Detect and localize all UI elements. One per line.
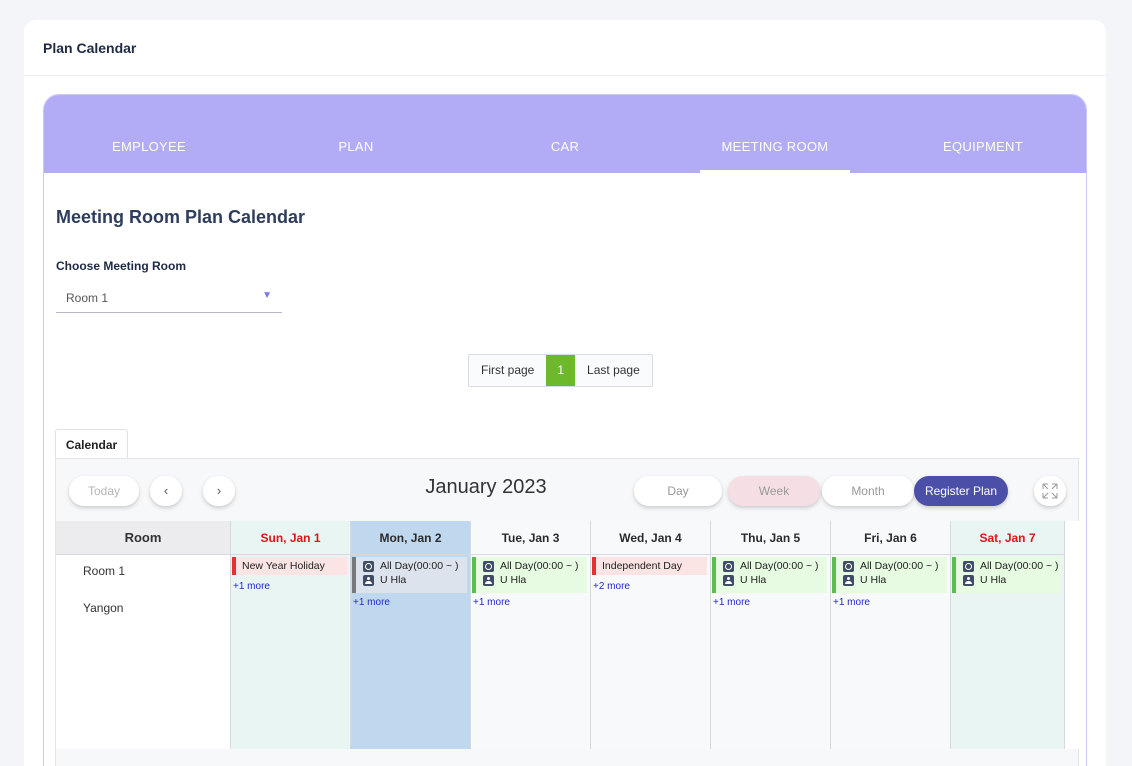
week-view-button[interactable]: Week bbox=[728, 476, 820, 506]
plan-event[interactable]: All Day(00:00 ~ ) U Hla bbox=[952, 557, 1061, 593]
user-icon bbox=[363, 574, 374, 586]
current-page-button[interactable]: 1 bbox=[546, 355, 576, 386]
more-events-link[interactable]: +1 more bbox=[233, 581, 270, 592]
last-page-button[interactable]: Last page bbox=[575, 355, 652, 386]
today-button[interactable]: Today bbox=[69, 476, 139, 506]
expand-icon[interactable] bbox=[1034, 476, 1066, 506]
choose-room-label: Choose Meeting Room bbox=[56, 259, 187, 273]
event-user-text: U Hla bbox=[380, 574, 407, 586]
dropdown-caret-icon: ▼ bbox=[262, 290, 272, 301]
page-title: Plan Calendar bbox=[43, 40, 137, 56]
day-header: Wed, Jan 4 bbox=[591, 521, 711, 555]
room-select-value: Room 1 bbox=[66, 291, 109, 305]
day-column[interactable]: All Day(00:00 ~ ) U Hla +1 more bbox=[351, 555, 471, 749]
tab-plan[interactable]: PLAN bbox=[266, 95, 446, 173]
divider bbox=[24, 75, 1106, 76]
day-header: Fri, Jan 6 bbox=[831, 521, 951, 555]
fullscreen-icon bbox=[1042, 483, 1058, 499]
calendar-grid: Room Room 1 Yangon Sun, Jan 1 New Year Ho… bbox=[56, 521, 1080, 749]
plan-event[interactable]: All Day(00:00 ~ ) U Hla bbox=[352, 557, 467, 593]
tab-equipment[interactable]: EQUIPMENT bbox=[893, 95, 1073, 173]
plan-calendar-card: Plan Calendar EMPLOYEE PLAN CAR MEETING … bbox=[24, 20, 1106, 766]
event-time: All Day(00:00 ~ ) bbox=[363, 559, 467, 573]
room-column-header: Room bbox=[56, 521, 231, 555]
user-icon bbox=[963, 574, 974, 586]
event-user-text: U Hla bbox=[860, 574, 887, 586]
plan-event[interactable]: All Day(00:00 ~ ) U Hla bbox=[712, 557, 827, 593]
day-header: Mon, Jan 2 bbox=[351, 521, 471, 555]
register-plan-button[interactable]: Register Plan bbox=[914, 476, 1008, 506]
section-title: Meeting Room Plan Calendar bbox=[56, 207, 306, 227]
more-events-link[interactable]: +1 more bbox=[473, 597, 510, 608]
event-user-text: U Hla bbox=[500, 574, 527, 586]
holiday-event[interactable]: Independent Day bbox=[592, 557, 707, 575]
room-select[interactable]: Room 1 ▼ bbox=[56, 285, 282, 313]
day-header: Sun, Jan 1 bbox=[231, 521, 351, 555]
day-column[interactable]: All Day(00:00 ~ ) U Hla bbox=[951, 555, 1065, 749]
event-time-text: All Day(00:00 ~ ) bbox=[380, 560, 459, 572]
user-icon bbox=[843, 574, 854, 586]
tab-employee[interactable]: EMPLOYEE bbox=[59, 95, 239, 173]
day-column[interactable]: All Day(00:00 ~ ) U Hla +1 more bbox=[831, 555, 951, 749]
first-page-button[interactable]: First page bbox=[469, 355, 546, 386]
user-icon bbox=[723, 574, 734, 586]
event-time-text: All Day(00:00 ~ ) bbox=[500, 560, 579, 572]
more-events-link[interactable]: +1 more bbox=[833, 597, 870, 608]
day-header: Thu, Jan 5 bbox=[711, 521, 831, 555]
event-time: All Day(00:00 ~ ) bbox=[963, 559, 1061, 573]
plan-event[interactable]: All Day(00:00 ~ ) U Hla bbox=[472, 557, 587, 593]
calendar-tab[interactable]: Calendar bbox=[55, 429, 128, 459]
day-column[interactable]: Independent Day +2 more bbox=[591, 555, 711, 749]
tab-car[interactable]: CAR bbox=[475, 95, 655, 173]
prev-week-button[interactable]: ‹ bbox=[150, 476, 182, 506]
event-time-text: All Day(00:00 ~ ) bbox=[980, 560, 1059, 572]
next-week-button[interactable]: › bbox=[203, 476, 235, 506]
room-column: Room 1 Yangon bbox=[56, 555, 231, 749]
clock-icon bbox=[363, 560, 374, 572]
clock-icon bbox=[843, 560, 854, 572]
holiday-event[interactable]: New Year Holiday bbox=[232, 557, 347, 575]
clock-icon bbox=[963, 560, 974, 572]
more-events-link[interactable]: +2 more bbox=[593, 581, 630, 592]
user-icon bbox=[483, 574, 494, 586]
event-time-text: All Day(00:00 ~ ) bbox=[740, 560, 819, 572]
more-events-link[interactable]: +1 more bbox=[353, 597, 390, 608]
tab-panel: EMPLOYEE PLAN CAR MEETING ROOM EQUIPMENT… bbox=[43, 94, 1087, 766]
clock-icon bbox=[483, 560, 494, 572]
event-user-text: U Hla bbox=[980, 574, 1007, 586]
day-column[interactable]: New Year Holiday +1 more bbox=[231, 555, 351, 749]
day-view-button[interactable]: Day bbox=[634, 476, 722, 506]
pagination: First page 1 Last page bbox=[468, 354, 653, 387]
month-view-button[interactable]: Month bbox=[822, 476, 914, 506]
tab-bar: EMPLOYEE PLAN CAR MEETING ROOM EQUIPMENT bbox=[44, 95, 1086, 173]
room-name[interactable]: Yangon bbox=[83, 601, 123, 615]
event-user: U Hla bbox=[363, 573, 467, 587]
day-column[interactable]: All Day(00:00 ~ ) U Hla +1 more bbox=[471, 555, 591, 749]
calendar: Today ‹ › January 2023 Day Week Month Re… bbox=[55, 458, 1080, 766]
more-events-link[interactable]: +1 more bbox=[713, 597, 750, 608]
event-user: U Hla bbox=[723, 573, 827, 587]
tab-meeting-room[interactable]: MEETING ROOM bbox=[685, 95, 865, 173]
event-user-text: U Hla bbox=[740, 574, 767, 586]
event-user: U Hla bbox=[843, 573, 947, 587]
room-name[interactable]: Room 1 bbox=[83, 564, 125, 578]
day-header: Sat, Jan 7 bbox=[951, 521, 1065, 555]
event-user: U Hla bbox=[963, 573, 1061, 587]
event-time: All Day(00:00 ~ ) bbox=[483, 559, 587, 573]
calendar-title: January 2023 bbox=[425, 476, 547, 498]
plan-event[interactable]: All Day(00:00 ~ ) U Hla bbox=[832, 557, 947, 593]
event-time: All Day(00:00 ~ ) bbox=[723, 559, 827, 573]
event-time-text: All Day(00:00 ~ ) bbox=[860, 560, 939, 572]
event-user: U Hla bbox=[483, 573, 587, 587]
day-header: Tue, Jan 3 bbox=[471, 521, 591, 555]
clock-icon bbox=[723, 560, 734, 572]
event-time: All Day(00:00 ~ ) bbox=[843, 559, 947, 573]
day-column[interactable]: All Day(00:00 ~ ) U Hla +1 more bbox=[711, 555, 831, 749]
